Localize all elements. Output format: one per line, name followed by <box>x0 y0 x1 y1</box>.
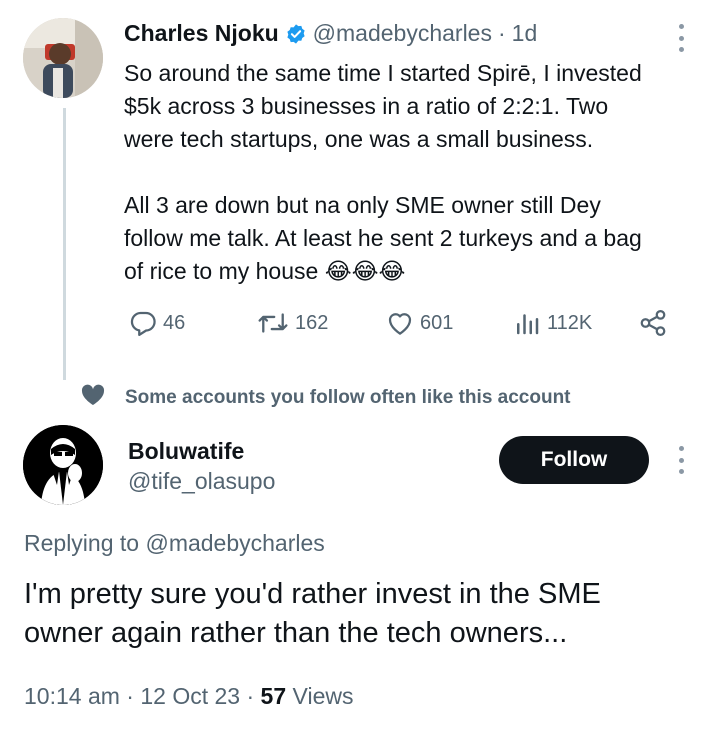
views-icon <box>512 308 542 338</box>
separator-dot: · <box>126 683 134 709</box>
tweet1-body: So around the same time I started Spirē,… <box>124 57 699 288</box>
like-icon <box>385 308 415 338</box>
like-count: 601 <box>420 311 454 334</box>
replying-to-mention[interactable]: @madebycharles <box>145 530 324 556</box>
retweet-icon <box>256 308 290 338</box>
share-icon <box>638 308 668 338</box>
social-context: Some accounts you follow often like this… <box>81 384 571 412</box>
tweet1-line: All 3 are down but na only SME owner sti… <box>124 192 601 218</box>
reply-icon <box>128 308 158 338</box>
tweet2-author-handle[interactable]: @tife_olasupo <box>128 468 275 495</box>
more-options-icon[interactable] <box>677 24 685 52</box>
tweet1-line: of rice to my house 😂😂😂 <box>124 255 699 288</box>
social-context-text: Some accounts you follow often like this… <box>125 387 571 408</box>
tweet1-line-text: of rice to my house <box>124 258 319 284</box>
tweet2-line: I'm pretty sure you'd rather invest in t… <box>24 578 601 610</box>
tweet1-line: were tech startups, one was a small busi… <box>124 126 594 152</box>
tweet2-views-label: Views <box>292 683 354 709</box>
charles-avatar[interactable] <box>23 18 103 98</box>
tweet1-action-bar: 46 162 601 112K <box>124 308 684 344</box>
tweet1-line: follow me talk. At least he sent 2 turke… <box>124 225 642 251</box>
tweet2-views-count[interactable]: 57 <box>261 683 287 709</box>
views-count: 112K <box>547 311 593 334</box>
more-options-icon[interactable] <box>677 446 685 474</box>
replying-to: Replying to @madebycharles <box>24 530 325 557</box>
tweet2-author-name[interactable]: Boluwatife <box>128 438 244 465</box>
tweet1-header: Charles Njoku @madebycharles · 1d <box>124 20 537 47</box>
tweet2-meta: 10:14 am · 12 Oct 23 · 57 Views <box>24 683 353 710</box>
tweet1-author-name[interactable]: Charles Njoku <box>124 20 279 47</box>
like-button[interactable]: 601 <box>385 308 453 338</box>
boluwatife-avatar[interactable] <box>23 425 103 505</box>
thread-connector-line <box>63 108 66 380</box>
laughing-emoji: 😂😂😂 <box>324 258 406 284</box>
tweet2-time[interactable]: 10:14 am <box>24 683 120 709</box>
replying-to-label: Replying to <box>24 530 140 556</box>
tweet1-author-handle[interactable]: @madebycharles <box>313 20 492 47</box>
separator-dot: · <box>497 20 506 46</box>
retweet-button[interactable]: 162 <box>256 308 328 338</box>
retweet-count: 162 <box>295 311 329 334</box>
views-button[interactable]: 112K <box>512 308 592 338</box>
follow-button[interactable]: Follow <box>499 436 649 484</box>
tweet2-body: I'm pretty sure you'd rather invest in t… <box>24 575 704 653</box>
tweet2-date[interactable]: 12 Oct 23 <box>140 683 240 709</box>
reply-button[interactable]: 46 <box>128 308 185 338</box>
verified-badge-icon <box>285 23 307 45</box>
reply-count: 46 <box>163 311 186 334</box>
tweet1-line: So around the same time I started Spirē,… <box>124 60 642 86</box>
share-button[interactable] <box>638 308 668 338</box>
heart-icon <box>81 384 105 412</box>
tweet1-line: $5k across 3 businesses in a ratio of 2:… <box>124 93 609 119</box>
tweet1-timestamp[interactable]: 1d <box>512 20 538 47</box>
tweet2-line: owner again rather than the tech owners.… <box>24 617 568 649</box>
separator-dot: · <box>246 683 255 709</box>
